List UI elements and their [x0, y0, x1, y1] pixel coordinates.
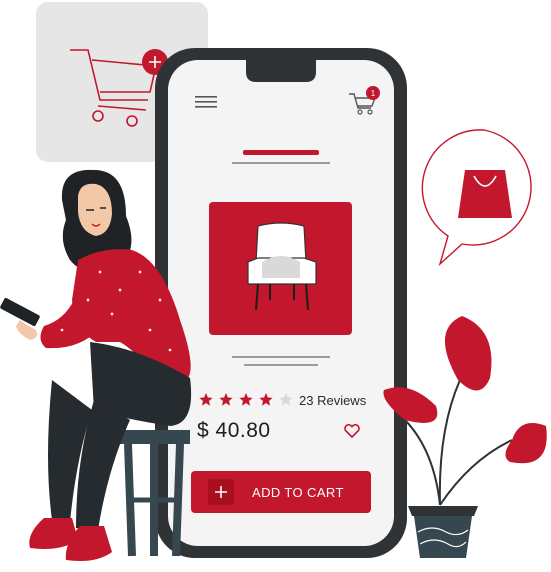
plus-icon: [208, 479, 234, 505]
divider: [232, 356, 330, 358]
cart-count-badge: 1: [366, 86, 380, 100]
reviews-count[interactable]: 23 Reviews: [299, 393, 366, 408]
speech-bubble: [421, 129, 532, 267]
hamburger-menu-button[interactable]: [193, 94, 219, 110]
title-bar-line: [243, 150, 319, 155]
product-price: $ 40.80: [197, 419, 271, 442]
add-to-cart-button[interactable]: ADD TO CART: [191, 471, 371, 513]
add-to-cart-label: ADD TO CART: [252, 484, 344, 500]
hamburger-menu-icon: [195, 96, 217, 108]
divider: [244, 364, 318, 366]
plant: [383, 316, 547, 558]
wishlist-button[interactable]: [343, 423, 361, 439]
heart-icon: [344, 424, 360, 439]
product-image: [209, 202, 352, 335]
divider: [232, 162, 330, 164]
shopping-bag-icon: [458, 170, 512, 218]
